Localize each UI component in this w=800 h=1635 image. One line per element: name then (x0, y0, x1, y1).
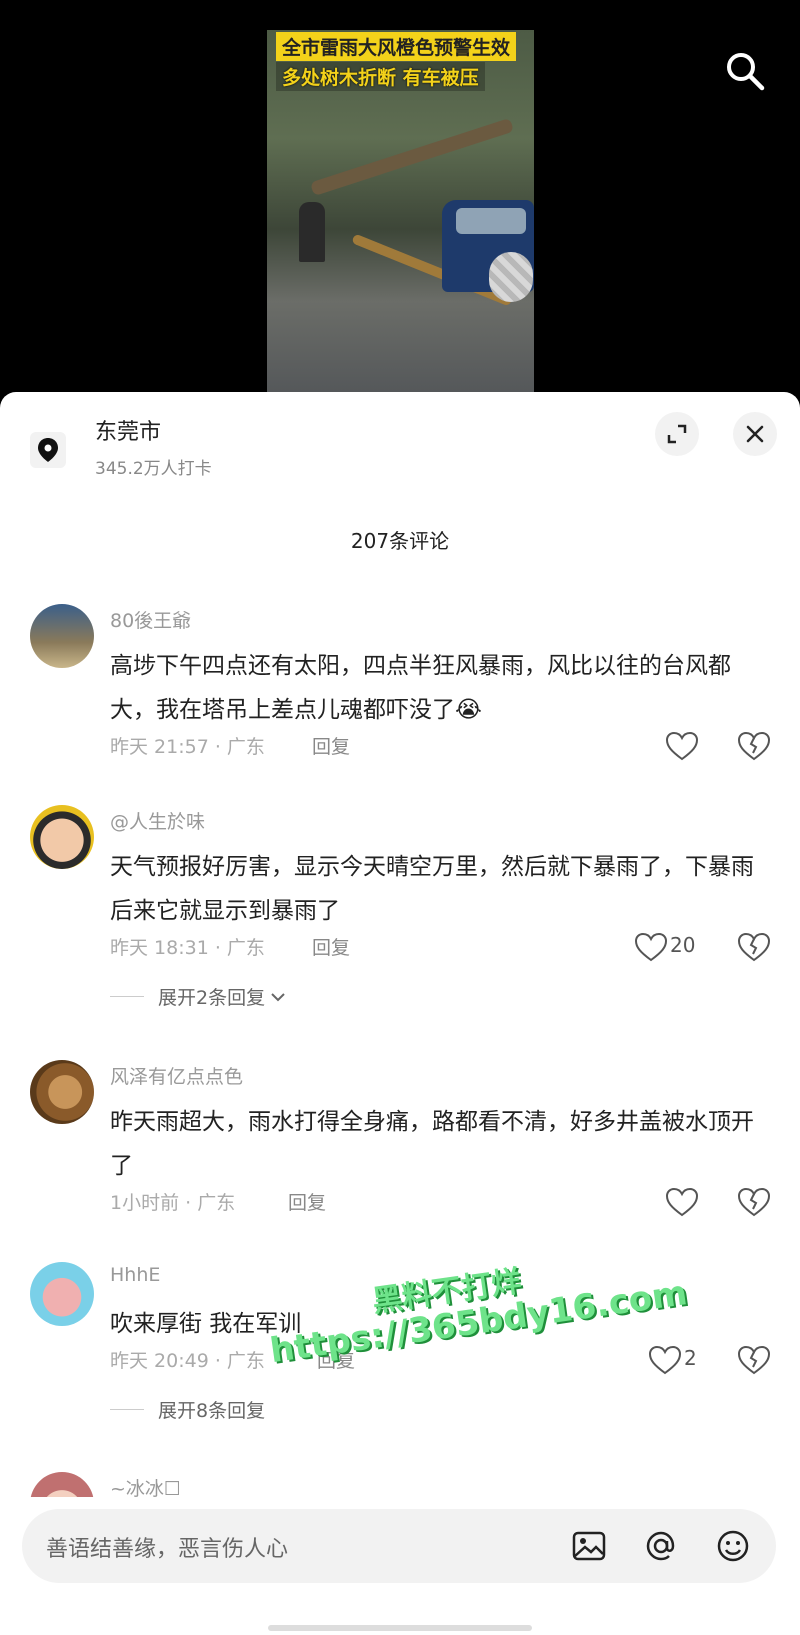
heart-icon[interactable] (665, 1187, 699, 1217)
heart-icon[interactable] (665, 731, 699, 761)
comment-username[interactable]: 风泽有亿点点色 (110, 1062, 243, 1089)
reply-button[interactable]: 回复 (288, 1188, 326, 1215)
comment-meta: 昨天 20:49 · 广东 (110, 1350, 265, 1372)
comment-meta: 1小时前 · 广东 (110, 1192, 236, 1214)
reply-button[interactable]: 回复 (312, 933, 350, 960)
broken-heart-icon[interactable] (737, 1345, 771, 1375)
expand-replies-label: 展开2条回复 (158, 987, 266, 1009)
comment-text: 高埗下午四点还有太阳，四点半狂风暴雨，风比以往的台风都大，我在塔吊上差点儿魂都吓… (110, 653, 731, 723)
comment-input-placeholder: 善语结善缘，恶言伤人心 (46, 1537, 289, 1562)
broken-heart-icon[interactable] (737, 1187, 771, 1217)
expand-replies-button[interactable]: 展开2条回复 (110, 983, 287, 1010)
expand-replies-label: 展开8条回复 (158, 1400, 266, 1422)
avatar[interactable] (30, 1060, 94, 1124)
comment-meta: 昨天 18:31 · 广东 (110, 937, 265, 959)
location-name[interactable]: 东莞市 (95, 414, 161, 446)
chevron-down-icon (271, 992, 285, 1001)
expand-icon (667, 424, 687, 444)
tree-branch (309, 117, 515, 197)
comment-text: 昨天雨超大，雨水打得全身痛，路都看不清，好多井盖被水顶开了 (110, 1109, 754, 1179)
location-pin-icon (30, 432, 66, 468)
person-figure (299, 202, 325, 262)
broken-heart-icon[interactable] (737, 731, 771, 761)
comment-input[interactable]: 善语结善缘，恶言伤人心 (22, 1509, 776, 1583)
like-count: 20 (670, 933, 696, 957)
search-icon[interactable] (724, 50, 766, 92)
comment-text: 天气预报好厉害，显示今天晴空万里，然后就下暴雨了，下暴雨后来它就显示到暴雨了 (110, 854, 754, 924)
location-checkins: 345.2万人打卡 (95, 459, 212, 479)
home-indicator (268, 1625, 532, 1631)
comment-username[interactable]: 80後王爺 (110, 606, 191, 633)
heart-icon[interactable] (634, 932, 668, 962)
close-button[interactable] (733, 412, 777, 456)
video-caption-line2: 多处树木折断 有车被压 (276, 62, 485, 91)
blurred-plate (489, 252, 533, 302)
avatar[interactable] (30, 805, 94, 869)
expand-button[interactable] (655, 412, 699, 456)
at-mention-icon[interactable] (642, 1527, 680, 1565)
video-caption-line1: 全市雷雨大风橙色预警生效 (276, 32, 517, 61)
comments-count-title: 207条评论 (350, 529, 450, 553)
emoji-icon[interactable] (714, 1527, 752, 1565)
avatar[interactable] (30, 604, 94, 668)
reply-button[interactable]: 回复 (312, 732, 350, 759)
comment-username[interactable]: HhhE (110, 1264, 160, 1286)
comment-meta: 昨天 21:57 · 广东 (110, 736, 265, 758)
comment-username[interactable]: @人生於味 (110, 807, 205, 834)
comment-input-bar: 善语结善缘，恶言伤人心 (0, 1497, 800, 1635)
expand-replies-button[interactable]: 展开8条回复 (110, 1396, 265, 1423)
broken-heart-icon[interactable] (737, 932, 771, 962)
image-icon[interactable] (570, 1527, 608, 1565)
close-icon (746, 425, 764, 443)
comment-sheet: 东莞市 345.2万人打卡 207条评论 80後王爺 高埗下午四点还有太阳，四点… (0, 392, 800, 1635)
avatar[interactable] (30, 1262, 94, 1326)
video-thumbnail[interactable]: 全市雷雨大风橙色预警生效 多处树木折断 有车被压 (267, 30, 534, 392)
